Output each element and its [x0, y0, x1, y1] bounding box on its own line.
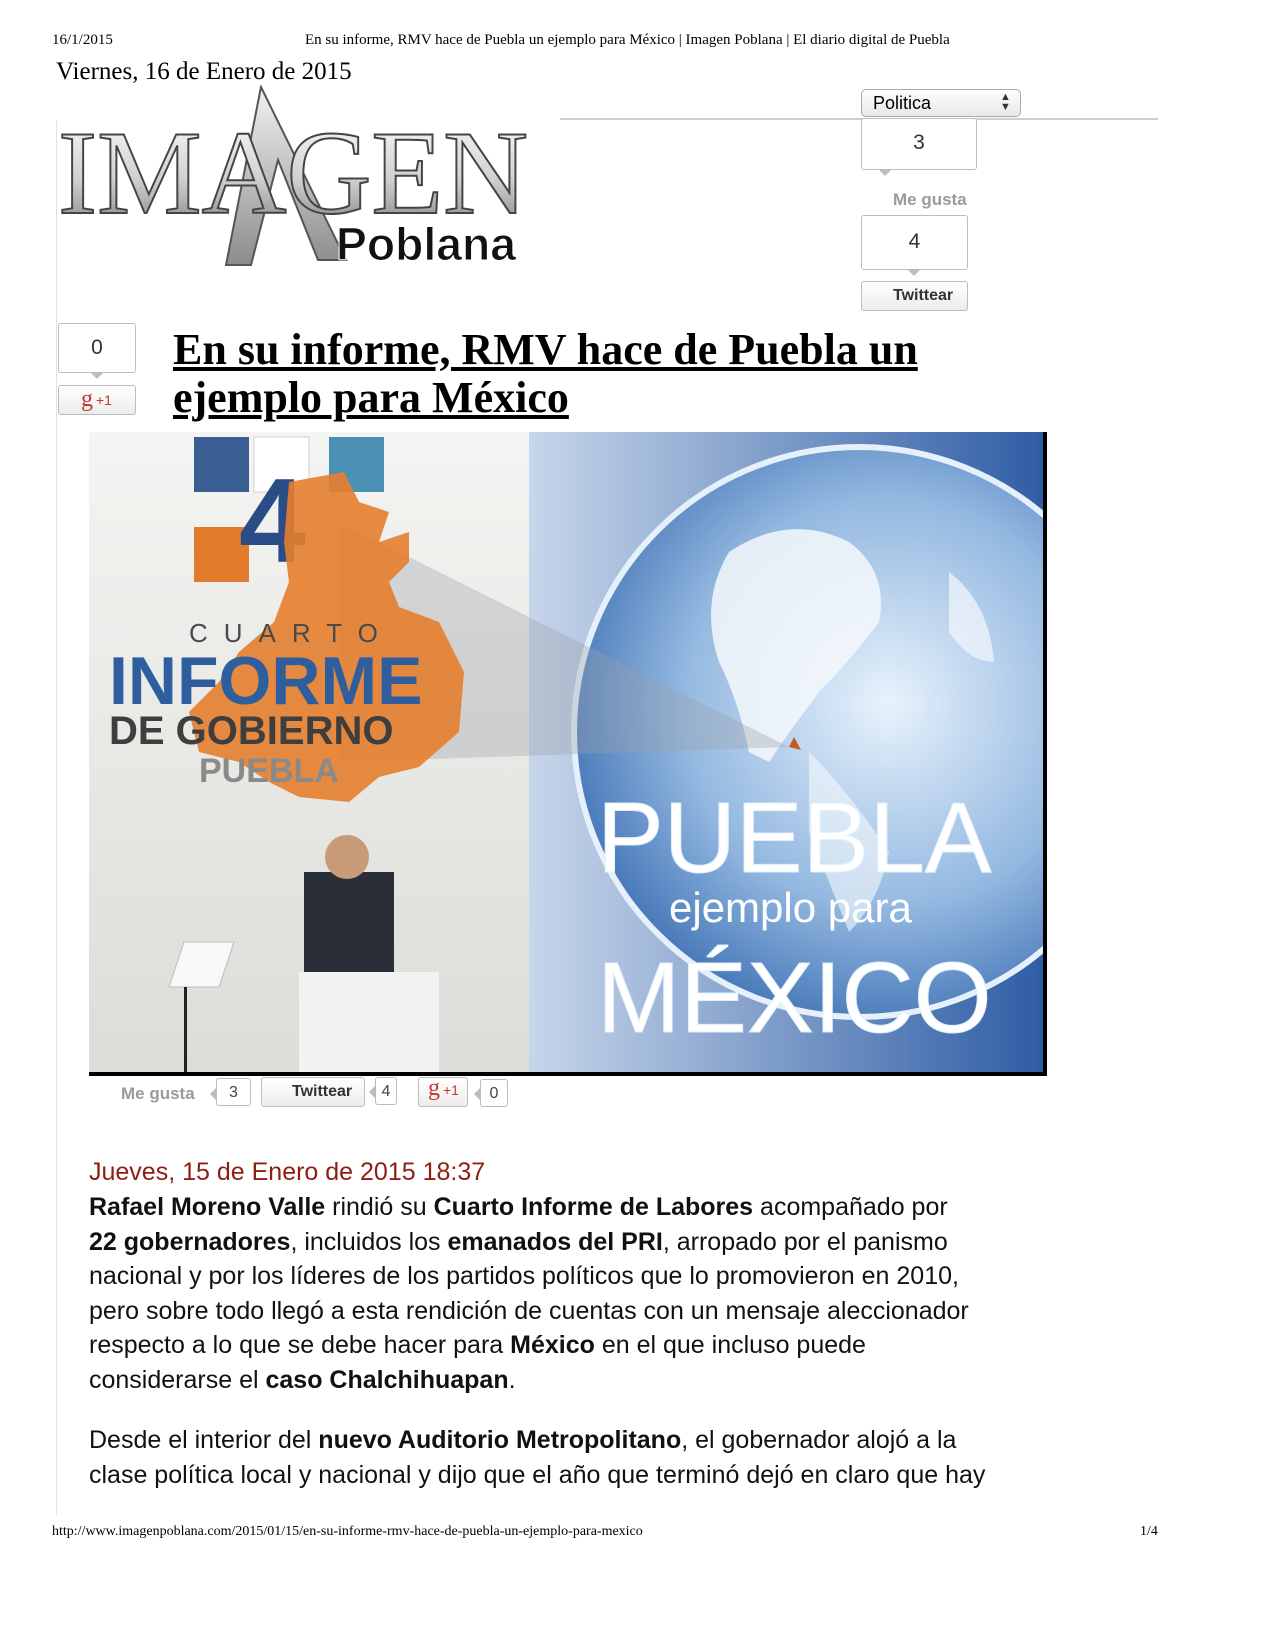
print-date: 16/1/2015 — [52, 32, 113, 48]
select-arrows-icon: ▲ ▼ — [1000, 91, 1011, 113]
article-paragraph-1: Rafael Moreno Valle rindió su Cuarto Inf… — [89, 1190, 1089, 1397]
p2-bold-auditorio: nuevo Auditorio Metropolitano — [318, 1426, 682, 1454]
print-url: http://www.imagenpoblana.com/2015/01/15/… — [52, 1524, 643, 1539]
site-logo[interactable]: IMAGEN Poblana — [56, 83, 556, 275]
p1-text: . — [508, 1365, 516, 1394]
image-label-informe: INFORME — [109, 643, 423, 719]
p1-text: , arropado por el panismo — [662, 1227, 948, 1256]
share-gplus-g-icon: g — [428, 1075, 440, 1101]
logo-graphic: IMAGEN Poblana — [57, 83, 529, 271]
image-label-puebla-small: PUEBLA — [199, 752, 339, 790]
p1-text: respecto a lo que se debe hacer para — [89, 1331, 511, 1359]
p1-bold-name: Rafael Moreno Valle — [89, 1193, 326, 1221]
share-tweet-label: Twittear — [292, 1083, 353, 1100]
gplus-count: 0 — [91, 336, 103, 359]
fb-like-button[interactable]: Me gusta — [893, 190, 967, 210]
p1-text: nacional y por los líderes de los partid… — [89, 1262, 959, 1290]
fb-count: 3 — [913, 131, 925, 154]
image-headline-puebla: PUEBLA — [597, 782, 992, 894]
share-tweet-button[interactable]: Twittear — [261, 1077, 365, 1107]
p1-bold-caso: caso Chalchihuapan — [265, 1365, 509, 1394]
image-label-de-gobierno: DE GOBIERNO — [109, 709, 393, 753]
tweet-button[interactable]: Twittear — [861, 281, 968, 311]
article-title-line2: ejemplo para México — [173, 373, 569, 422]
p2-text: , el gobernador alojó a la — [681, 1426, 957, 1454]
p1-text: en el que incluso puede — [594, 1331, 866, 1359]
print-page-title: En su informe, RMV hace de Puebla un eje… — [305, 32, 950, 48]
header-rule — [560, 118, 1158, 120]
gplus-button-label: +1 — [96, 392, 112, 408]
p2-text: clase política local y nacional y dijo q… — [89, 1460, 986, 1489]
tw-bubble-pointer — [907, 269, 921, 276]
p1-bold-mexico: México — [510, 1331, 595, 1359]
article-dateline: Jueves, 15 de Enero de 2015 18:37 — [89, 1158, 486, 1186]
gplus-button[interactable]: g +1 — [58, 385, 136, 415]
share-tw-count: 4 — [375, 1077, 397, 1105]
fb-bubble-pointer — [878, 169, 892, 176]
p1-text: rindió su — [325, 1193, 434, 1221]
gplus-bubble-pointer — [90, 372, 104, 379]
image-headline-ejemplo: ejemplo para — [669, 884, 912, 931]
image-headline-mexico: MÉXICO — [597, 942, 991, 1054]
article-paragraph-2: Desde el interior del nuevo Auditorio Me… — [89, 1423, 1089, 1492]
print-page-number: 1/4 — [1140, 1524, 1158, 1539]
section-select[interactable]: Politica ▲ ▼ — [861, 89, 1021, 117]
share-gplus-button[interactable]: g +1 — [418, 1075, 468, 1107]
p1-bold-gobernadores: 22 gobernadores — [89, 1227, 291, 1256]
share-gplus-label: +1 — [443, 1082, 459, 1098]
p1-text: pero sobre todo llegó a esta rendición d… — [89, 1296, 969, 1325]
p2-text: Desde el interior del — [89, 1426, 319, 1454]
p1-bold-informe: Cuarto Informe de Labores — [433, 1193, 754, 1221]
share-fb-like-button[interactable]: Me gusta — [121, 1084, 195, 1104]
logo-sub-text: Poblana — [336, 218, 516, 270]
article-title-link[interactable]: En su informe, RMV hace de Puebla un eje… — [173, 326, 993, 422]
p1-text: considerarse el — [89, 1365, 266, 1394]
share-fb-count: 3 — [216, 1078, 251, 1106]
p1-text: , incluidos los — [290, 1227, 448, 1256]
share-gp-count: 0 — [480, 1079, 508, 1107]
p1-bold-pri: emanados del PRI — [447, 1227, 663, 1256]
fb-count-bubble: 3 — [861, 118, 977, 170]
section-select-value: Politica — [873, 93, 932, 113]
p1-text: acompañado por — [753, 1193, 948, 1221]
article-title-line1: En su informe, RMV hace de Puebla un — [173, 325, 918, 374]
current-date: Viernes, 16 de Enero de 2015 — [56, 58, 352, 85]
tw-count: 4 — [908, 230, 921, 253]
tw-count-bubble: 4 — [861, 215, 968, 270]
article-featured-image: 4 CUARTO INFORME DE GOBIERNO PUEBLA PUEB… — [89, 432, 1047, 1076]
page-border-left — [56, 120, 57, 1515]
gplus-count-bubble: 0 — [58, 323, 136, 373]
gplus-g-icon: g — [81, 386, 93, 412]
tweet-button-label: Twittear — [893, 287, 954, 304]
